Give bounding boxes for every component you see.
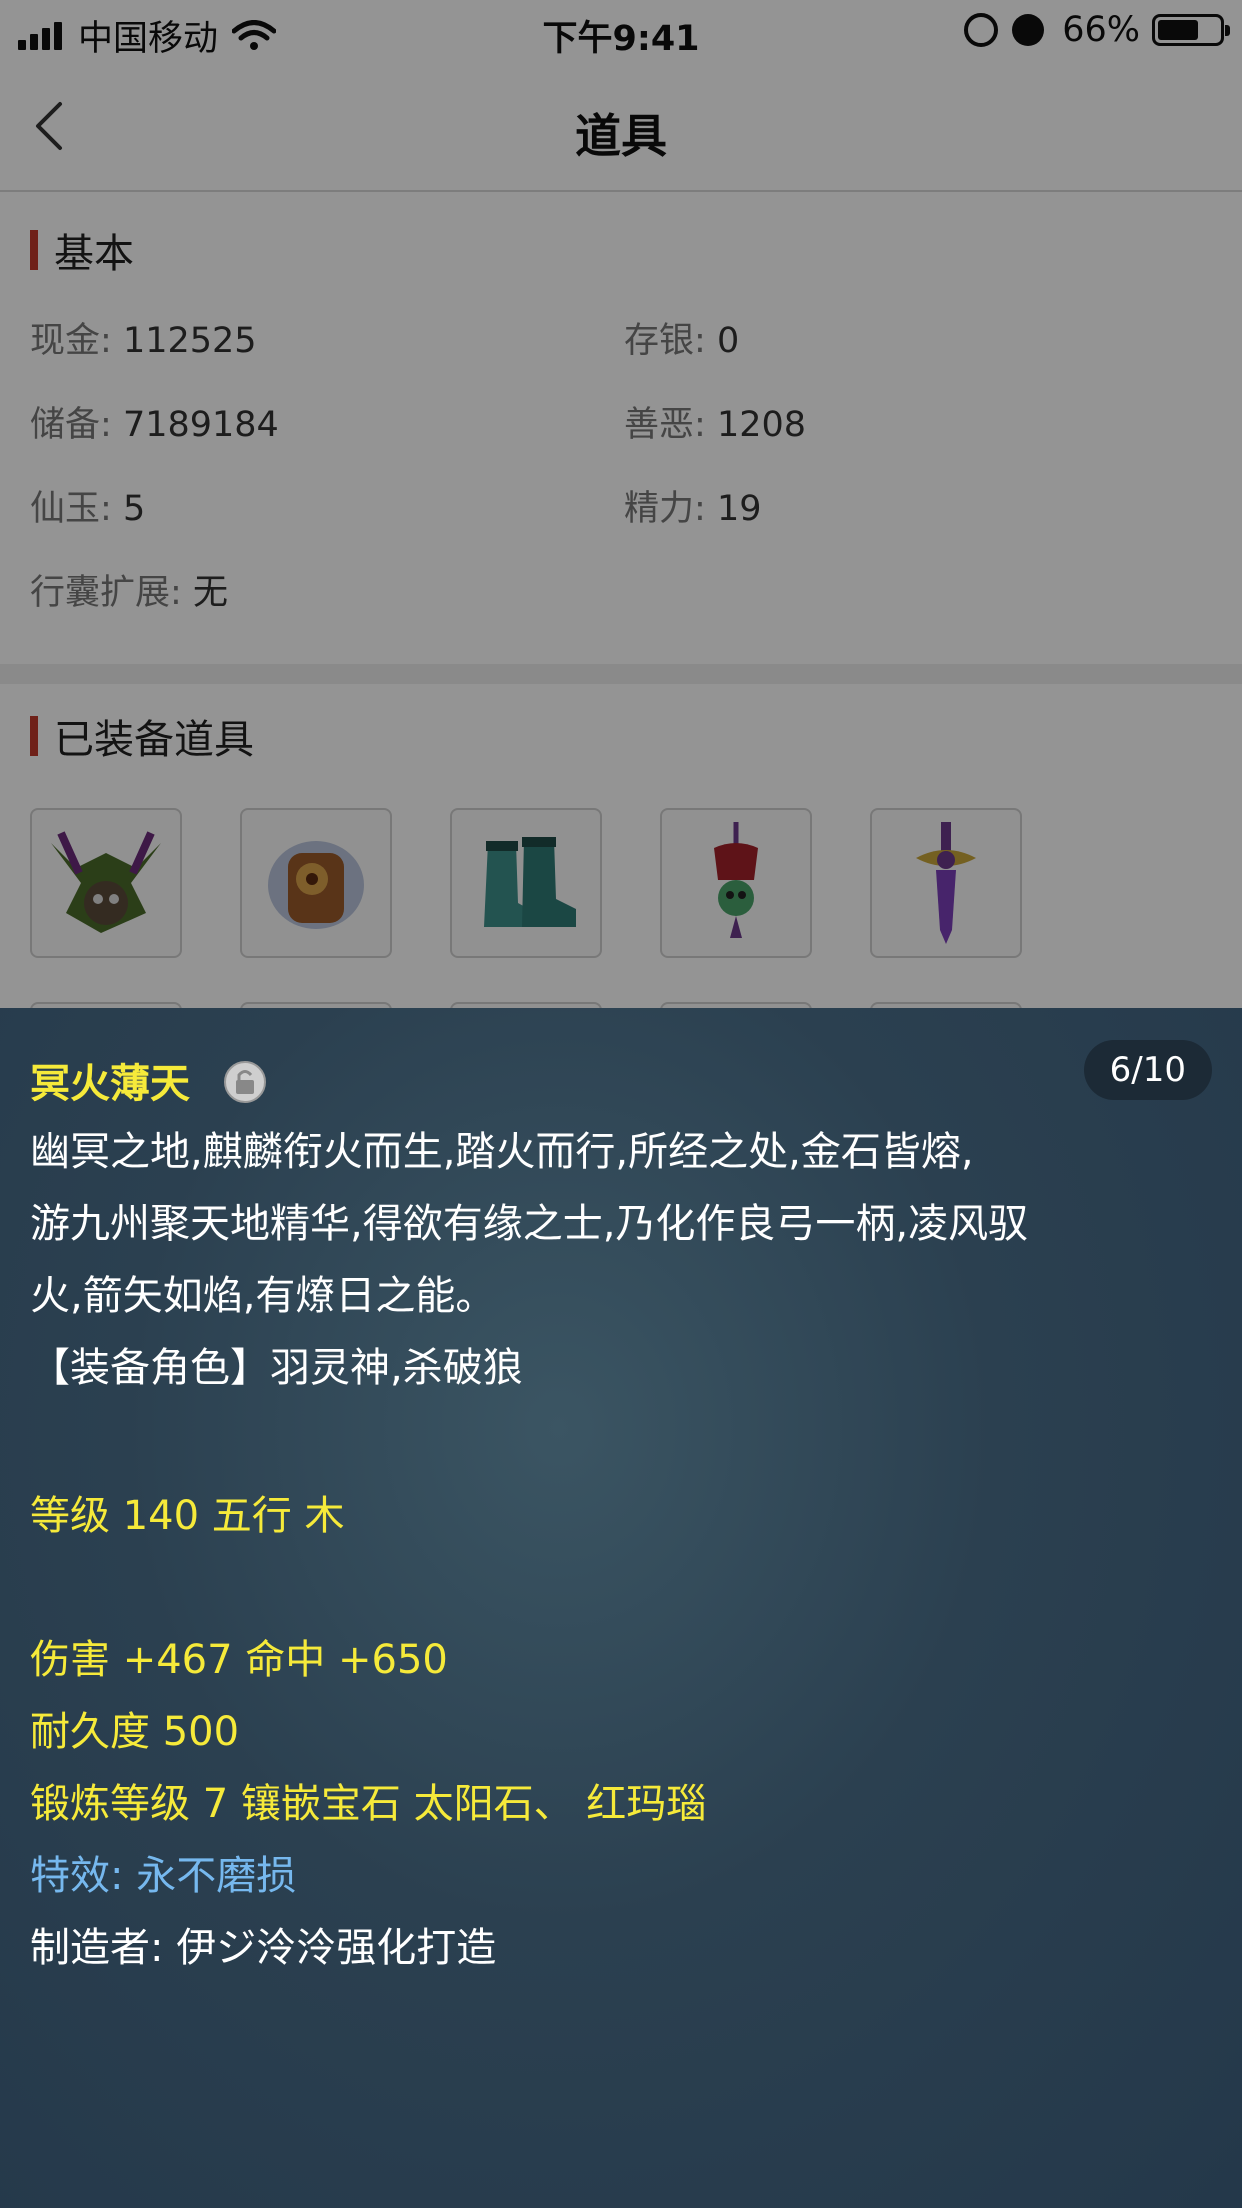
item-description: 幽冥之地,麒麟衔火而生,踏火而行,所经之处,金石皆熔, 游九州聚天地精华,得欲有… bbox=[30, 1116, 1220, 1404]
description-line: 幽冥之地,麒麟衔火而生,踏火而行,所经之处,金石皆熔, bbox=[30, 1129, 974, 1175]
description-line: 火,箭矢如焰,有燎日之能。 bbox=[30, 1273, 496, 1319]
effect-value: 永不磨损 bbox=[136, 1853, 297, 1899]
lock-icon[interactable] bbox=[223, 1060, 267, 1104]
page: 中国移动 下午9:41 66% 道具 基本 现金: 112525 存银: 0 储… bbox=[0, 0, 1242, 2208]
item-name: 冥火薄天 bbox=[30, 1061, 190, 1107]
item-detail-panel: 6/10 冥火薄天 幽冥之地,麒麟衔火而生,踏火而行,所经之处,金石皆熔, 游九… bbox=[0, 1008, 1242, 2208]
item-name-row: 冥火薄天 bbox=[30, 1048, 267, 1120]
item-maker: 制造者: 伊ジ泠泠强化打造 bbox=[30, 1925, 497, 1971]
effect-label: 特效: bbox=[30, 1853, 124, 1899]
item-effect: 特效: 永不磨损 bbox=[30, 1840, 296, 1912]
item-level: 等级 140 五行 木 bbox=[30, 1493, 345, 1539]
item-durability: 耐久度 500 bbox=[30, 1709, 240, 1755]
description-line: 游九州聚天地精华,得欲有缘之士,乃化作良弓一柄,凌风驭 bbox=[30, 1201, 1029, 1247]
item-damage: 伤害 +467 命中 +650 bbox=[30, 1637, 448, 1683]
item-forge: 锻炼等级 7 镶嵌宝石 太阳石、 红玛瑙 bbox=[30, 1781, 707, 1827]
equip-role: 【装备角色】羽灵神,杀破狼 bbox=[30, 1345, 523, 1391]
item-counter: 6/10 bbox=[1083, 1040, 1212, 1100]
